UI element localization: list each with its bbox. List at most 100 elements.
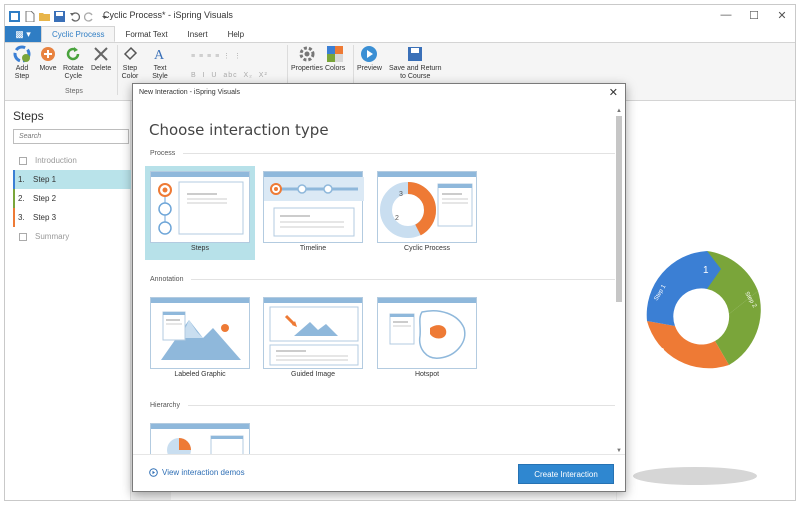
tab-insert[interactable]: Insert: [178, 26, 218, 42]
card-label: Cyclic Process: [404, 245, 450, 252]
timeline-thumbnail: [263, 171, 364, 243]
step-2-number: 2: [753, 340, 759, 351]
cyclic-process-thumbnail: 1 2 3: [377, 171, 477, 243]
card-label: Labeled Graphic: [174, 371, 226, 378]
preview-button[interactable]: Preview: [357, 45, 382, 73]
interaction-card-hierarchy[interactable]: [145, 418, 255, 454]
close-button[interactable]: ✕: [775, 7, 789, 23]
delete-icon: [94, 47, 108, 61]
undo-icon[interactable]: [69, 11, 80, 22]
play-icon: [361, 46, 378, 62]
save-return-icon: [408, 47, 423, 61]
list-item-step-3[interactable]: 3. Step 3: [13, 208, 131, 227]
step-number: 3.: [18, 213, 25, 222]
new-interaction-dialog: New Interaction - iSpring Visuals ✕ Choo…: [132, 83, 626, 492]
delete-button[interactable]: Delete: [91, 45, 111, 73]
play-circle-icon: [149, 468, 158, 477]
list-item-label: Step 1: [33, 175, 57, 184]
properties-label: Properties: [291, 65, 323, 72]
save-and-return-label: Save and Return to Course: [389, 65, 442, 80]
list-item-step-2[interactable]: 2. Step 2: [13, 189, 131, 208]
step-color-button[interactable]: Step Color: [121, 45, 139, 81]
dialog-footer: View interaction demos Create Interactio…: [133, 454, 625, 492]
section-hierarchy: Hierarchy: [150, 402, 615, 409]
cyclic-process-preview-graphic: 1 2 3: [380, 182, 473, 238]
hotspot-preview: [389, 310, 466, 359]
checkbox[interactable]: [19, 156, 27, 165]
scroll-up-icon[interactable]: ▲: [615, 108, 623, 114]
step-color-marker: [13, 170, 15, 189]
preview-label: Preview: [357, 65, 382, 72]
paint-bucket-icon: [123, 46, 138, 61]
new-file-icon[interactable]: [24, 10, 35, 22]
svg-text:1: 1: [419, 206, 424, 215]
add-step-icon: [13, 45, 31, 63]
interaction-card-cyclic-process[interactable]: 1 2 3 Cyclic Process: [372, 166, 482, 260]
interaction-card-steps[interactable]: Steps: [145, 166, 255, 260]
save-and-return-button[interactable]: Save and Return to Course: [389, 45, 442, 81]
text-style-label: Text Style: [152, 65, 168, 80]
interaction-card-hotspot[interactable]: Hotspot: [372, 292, 482, 386]
delete-label: Delete: [91, 65, 112, 72]
step-3-number: 3: [659, 347, 665, 358]
properties-button[interactable]: Properties: [291, 45, 323, 73]
open-folder-icon[interactable]: [39, 11, 50, 22]
file-menu-button[interactable]: ▩ ▾: [5, 26, 41, 42]
create-interaction-button[interactable]: Create Interaction: [518, 464, 614, 484]
step-1-number: 1: [703, 265, 709, 276]
alignment-buttons[interactable]: ≡ ≡ ≡ ≡ ⋮ ⋮: [191, 52, 242, 60]
view-demos-link[interactable]: View interaction demos: [149, 468, 245, 477]
interaction-card-guided-image[interactable]: Guided Image: [258, 292, 368, 386]
dialog-scrollbar[interactable]: ▲ ▼: [615, 108, 623, 454]
group-label-steps: Steps: [65, 88, 83, 95]
colors-button[interactable]: Colors: [325, 45, 345, 73]
list-item-introduction[interactable]: Introduction: [13, 151, 131, 170]
ribbon-tabs: ▩ ▾ Cyclic Process Format Text Insert He…: [5, 26, 795, 43]
list-item-label: Step 2: [33, 194, 57, 203]
card-label: Timeline: [299, 245, 327, 252]
scroll-thumb[interactable]: [616, 116, 622, 302]
card-label: Steps: [191, 245, 209, 252]
view-demos-label: View interaction demos: [162, 468, 245, 477]
dialog-heading: Choose interaction type: [149, 121, 329, 139]
dialog-close-button[interactable]: ✕: [609, 86, 618, 99]
checkbox[interactable]: [19, 232, 27, 241]
separator: [117, 45, 118, 95]
interaction-card-labeled-graphic[interactable]: Labeled Graphic: [145, 292, 255, 386]
gear-icon: [299, 46, 315, 62]
window-title: Cyclic Process* - iSpring Visuals: [103, 10, 233, 20]
svg-text:A: A: [154, 48, 165, 63]
dialog-title: New Interaction - iSpring Visuals: [139, 89, 241, 96]
window-controls: — ☐ ✕: [719, 7, 789, 23]
tab-cyclic-process[interactable]: Cyclic Process: [41, 26, 116, 42]
list-item-summary[interactable]: Summary: [13, 227, 131, 246]
step-color-marker: [13, 189, 15, 208]
add-step-button[interactable]: Add Step: [13, 45, 31, 81]
card-label: Guided Image: [291, 371, 335, 378]
steps-preview-graphic: [158, 181, 244, 235]
tab-format-text[interactable]: Format Text: [115, 26, 177, 42]
save-icon[interactable]: [54, 10, 65, 22]
text-style-button[interactable]: A Text Style: [151, 45, 169, 81]
font-style-buttons[interactable]: B I U abc X₂ X²: [191, 72, 268, 79]
add-step-label: Add Step: [14, 65, 30, 80]
cycle-segment-3[interactable]: [647, 321, 729, 369]
maximize-button[interactable]: ☐: [747, 7, 761, 23]
labeled-graphic-preview: [161, 311, 241, 360]
interaction-card-timeline[interactable]: Timeline: [258, 166, 368, 260]
diagram-preview-area: 1 2 3 Step 1 Step 2 Step 3: [617, 101, 795, 500]
step-number: 1.: [18, 175, 25, 184]
minimize-button[interactable]: —: [719, 7, 733, 23]
search-input[interactable]: Search: [13, 129, 129, 144]
rotate-cycle-button[interactable]: Rotate Cycle: [63, 45, 84, 81]
list-item-label: Step 3: [33, 213, 57, 222]
redo-icon[interactable]: [84, 11, 95, 22]
move-label: Move: [39, 65, 57, 72]
move-button[interactable]: Move: [39, 45, 57, 73]
step-3-label: Step 3: [699, 374, 717, 380]
tab-help[interactable]: Help: [218, 26, 254, 42]
steps-thumbnail: [150, 171, 250, 243]
list-item-step-1[interactable]: 1. Step 1: [13, 170, 131, 189]
hierarchy-thumbnail: [150, 423, 250, 454]
guided-image-preview: [269, 306, 359, 366]
